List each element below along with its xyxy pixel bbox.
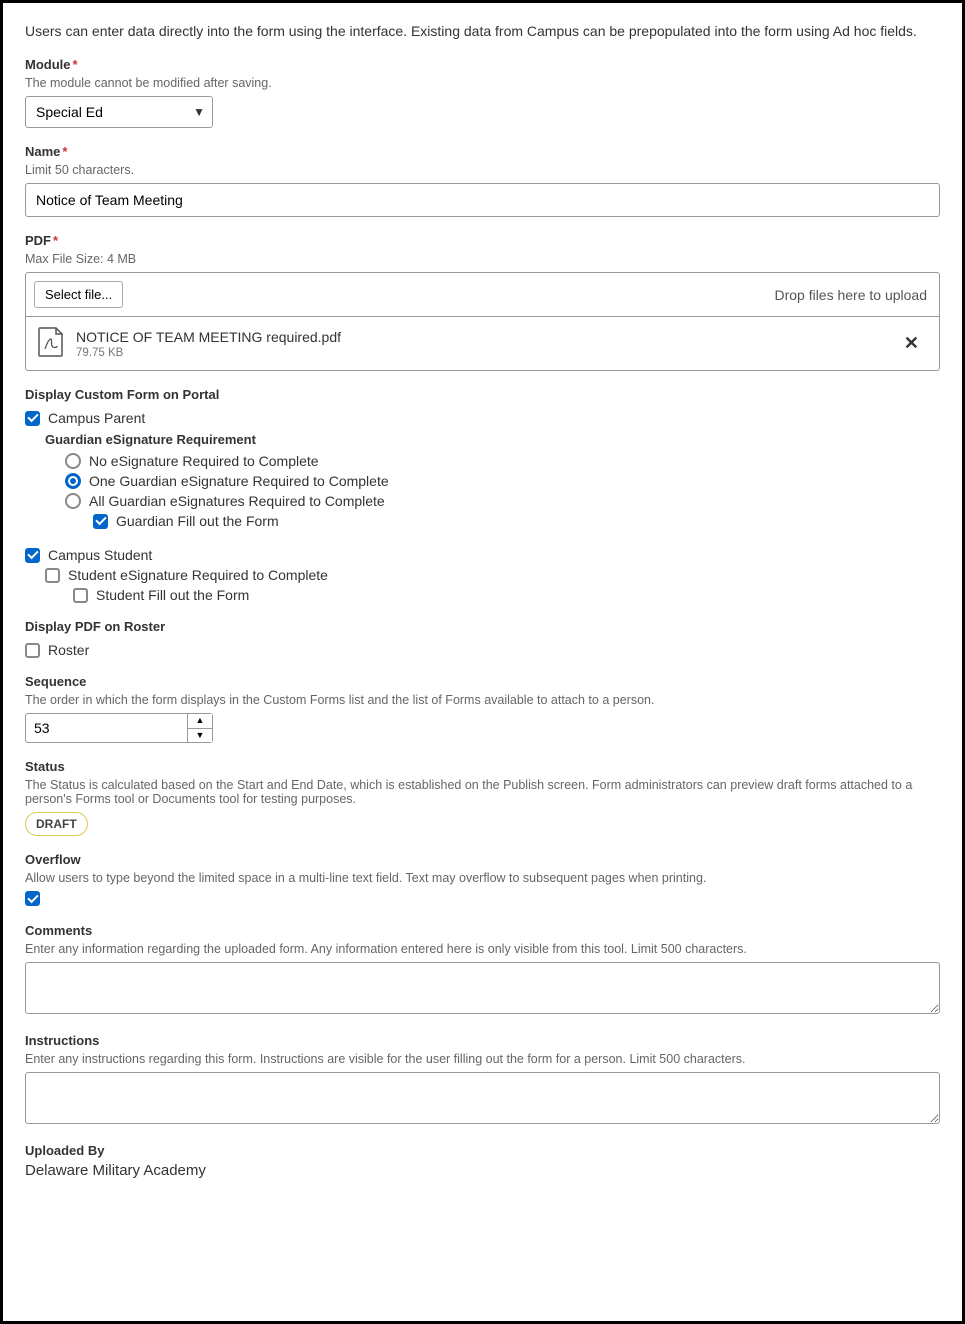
roster-section: Display PDF on Roster Roster <box>25 619 940 658</box>
radio-no-esig[interactable] <box>65 453 81 469</box>
comments-hint: Enter any information regarding the uplo… <box>25 942 940 956</box>
campus-student-label: Campus Student <box>48 547 152 563</box>
required-marker: * <box>62 144 67 159</box>
pdf-label: PDF* <box>25 233 940 248</box>
overflow-field: Overflow Allow users to type beyond the … <box>25 852 940 907</box>
sequence-down-button[interactable]: ▼ <box>188 729 212 743</box>
overflow-label: Overflow <box>25 852 940 867</box>
student-fill-checkbox[interactable] <box>73 588 88 603</box>
portal-section: Display Custom Form on Portal Campus Par… <box>25 387 940 603</box>
comments-field: Comments Enter any information regarding… <box>25 923 940 1017</box>
sequence-hint: The order in which the form displays in … <box>25 693 940 707</box>
radio-no-esig-label: No eSignature Required to Complete <box>89 453 319 469</box>
student-fill-label: Student Fill out the Form <box>96 587 249 603</box>
sequence-field: Sequence The order in which the form dis… <box>25 674 940 743</box>
file-name: NOTICE OF TEAM MEETING required.pdf <box>76 329 884 345</box>
roster-option-label: Roster <box>48 642 89 658</box>
campus-parent-checkbox[interactable] <box>25 411 40 426</box>
status-field: Status The Status is calculated based on… <box>25 759 940 836</box>
form-frame: Users can enter data directly into the f… <box>0 0 965 1324</box>
name-field: Name* Limit 50 characters. <box>25 144 940 217</box>
module-label: Module* <box>25 57 940 72</box>
module-field: Module* The module cannot be modified af… <box>25 57 940 128</box>
uploaded-by-value: Delaware Military Academy <box>25 1162 940 1179</box>
pdf-hint: Max File Size: 4 MB <box>25 252 940 266</box>
required-marker: * <box>73 57 78 72</box>
name-hint: Limit 50 characters. <box>25 163 940 177</box>
overflow-hint: Allow users to type beyond the limited s… <box>25 871 940 885</box>
overflow-checkbox[interactable] <box>25 891 40 906</box>
uploaded-by-field: Uploaded By Delaware Military Academy <box>25 1143 940 1179</box>
portal-label: Display Custom Form on Portal <box>25 387 940 402</box>
pdf-field: PDF* Max File Size: 4 MB Select file... … <box>25 233 940 371</box>
sequence-up-button[interactable]: ▲ <box>188 714 212 729</box>
comments-label: Comments <box>25 923 940 938</box>
file-entry: NOTICE OF TEAM MEETING required.pdf 79.7… <box>26 317 939 370</box>
radio-one-esig-label: One Guardian eSignature Required to Comp… <box>89 473 389 489</box>
sequence-label: Sequence <box>25 674 940 689</box>
instructions-hint: Enter any instructions regarding this fo… <box>25 1052 940 1066</box>
guardian-fill-label: Guardian Fill out the Form <box>116 513 279 529</box>
remove-file-button[interactable]: ✕ <box>896 329 927 358</box>
student-esig-checkbox[interactable] <box>45 568 60 583</box>
guardian-req-heading: Guardian eSignature Requirement <box>45 432 940 447</box>
instructions-field: Instructions Enter any instructions rega… <box>25 1033 940 1127</box>
comments-textarea[interactable] <box>25 962 940 1014</box>
intro-text: Users can enter data directly into the f… <box>25 23 940 39</box>
drop-files-hint: Drop files here to upload <box>774 287 927 303</box>
module-select[interactable]: Special Ed <box>25 96 213 128</box>
pdf-file-icon <box>38 327 64 360</box>
campus-student-checkbox[interactable] <box>25 548 40 563</box>
sequence-input[interactable] <box>25 713 187 743</box>
radio-all-esig-label: All Guardian eSignatures Required to Com… <box>89 493 385 509</box>
radio-one-esig[interactable] <box>65 473 81 489</box>
select-file-button[interactable]: Select file... <box>34 281 123 308</box>
required-marker: * <box>53 233 58 248</box>
name-input[interactable] <box>25 183 940 217</box>
radio-all-esig[interactable] <box>65 493 81 509</box>
roster-label: Display PDF on Roster <box>25 619 940 634</box>
guardian-fill-checkbox[interactable] <box>93 514 108 529</box>
status-label: Status <box>25 759 940 774</box>
file-size: 79.75 KB <box>76 347 884 359</box>
instructions-textarea[interactable] <box>25 1072 940 1124</box>
name-label: Name* <box>25 144 940 159</box>
module-hint: The module cannot be modified after savi… <box>25 76 940 90</box>
status-hint: The Status is calculated based on the St… <box>25 778 940 806</box>
student-esig-label: Student eSignature Required to Complete <box>68 567 328 583</box>
instructions-label: Instructions <box>25 1033 940 1048</box>
roster-checkbox[interactable] <box>25 643 40 658</box>
uploaded-by-label: Uploaded By <box>25 1143 940 1158</box>
file-upload-box: Select file... Drop files here to upload… <box>25 272 940 371</box>
status-badge: DRAFT <box>25 812 88 836</box>
campus-parent-label: Campus Parent <box>48 410 145 426</box>
